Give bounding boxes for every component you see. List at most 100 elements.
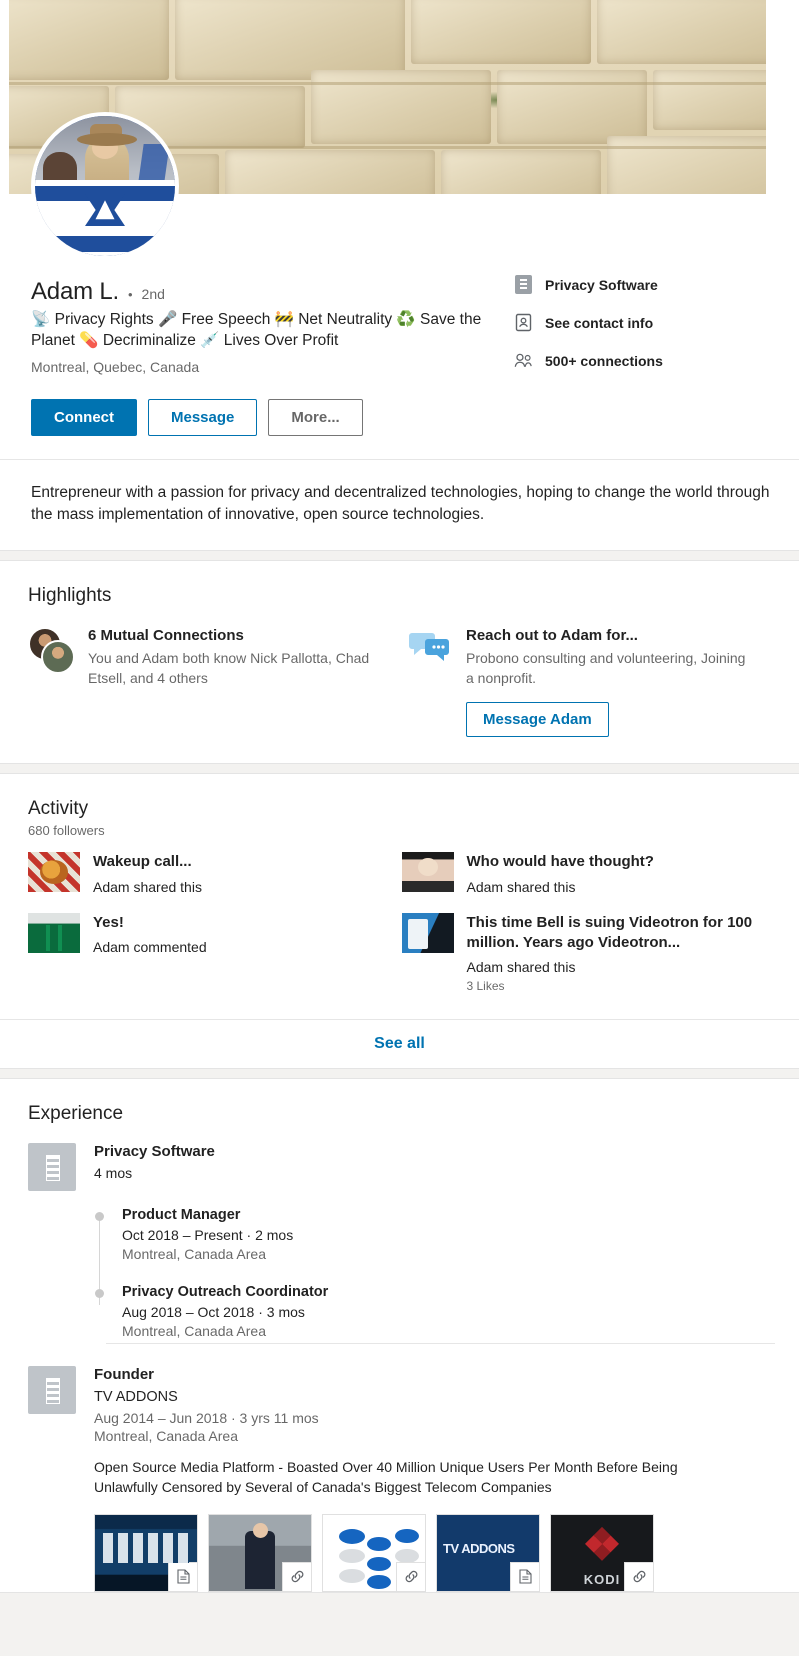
- activity-item[interactable]: Who would have thought? Adam shared this: [401, 852, 776, 895]
- mutual-avatars: [28, 626, 75, 674]
- activity-body: Wakeup call... Adam shared this: [93, 852, 202, 894]
- company-logo-icon: [28, 1366, 76, 1415]
- activity-thumbnail: [401, 852, 454, 893]
- media-tile[interactable]: [208, 1513, 312, 1592]
- role-title: Privacy Outreach Coordinator: [122, 1284, 329, 1301]
- avatar[interactable]: [31, 112, 179, 260]
- activity-body: Yes! Adam commented: [93, 913, 207, 994]
- profile-summary: Entrepreneur with a passion for privacy …: [0, 458, 799, 550]
- avatar-hat-brim: [77, 132, 137, 146]
- reach-out-body: Reach out to Adam for... Probono consult…: [466, 627, 751, 738]
- activity-item-subtitle: Adam shared this: [93, 878, 202, 895]
- experience-company-group[interactable]: Privacy Software 4 mos: [28, 1143, 775, 1192]
- contact-card-icon: [514, 313, 533, 332]
- highlights-title: Highlights: [28, 584, 112, 606]
- connect-button[interactable]: Connect: [31, 398, 137, 436]
- profile-meta-column: Privacy Software See contact info 500+ c…: [514, 275, 759, 389]
- activity-card: Activity 680 followers Wakeup call... Ad…: [0, 773, 799, 1070]
- activity-item-subtitle: Adam shared this: [466, 878, 576, 895]
- document-icon: [510, 1561, 539, 1591]
- media-tile[interactable]: [550, 1513, 654, 1592]
- highlights-grid: 6 Mutual Connections You and Adam both k…: [0, 607, 799, 764]
- avatar-flag-background: [137, 144, 170, 182]
- meta-row-company[interactable]: Privacy Software: [514, 275, 759, 294]
- activity-item-subtitle: Adam commented: [93, 938, 207, 955]
- meta-row-contact-info[interactable]: See contact info: [514, 313, 759, 332]
- timeline-bullet-icon: [95, 1289, 104, 1299]
- reach-out-title: Reach out to Adam for...: [466, 626, 638, 644]
- link-icon: [282, 1561, 311, 1591]
- experience-body: Privacy Software 4 mos Product Manager O…: [0, 1125, 799, 1592]
- entry-company: TV ADDONS: [94, 1389, 178, 1406]
- timeline-bullet-icon: [95, 1212, 104, 1222]
- profile-top-card: Adam L. • 2nd 📡 Privacy Rights 🎤 Free Sp…: [0, 0, 799, 551]
- role-location: Montreal, Canada Area: [122, 1323, 266, 1340]
- summary-text: Entrepreneur with a passion for privacy …: [31, 483, 770, 523]
- mutual-description: You and Adam both know Nick Pallotta, Ch…: [88, 649, 370, 687]
- company-text: Privacy Software 4 mos: [94, 1143, 215, 1191]
- role-dates: Oct 2018 – Present · 2 mos: [122, 1227, 294, 1244]
- message-adam-button[interactable]: Message Adam: [466, 702, 609, 738]
- activity-item[interactable]: Wakeup call... Adam shared this: [28, 852, 402, 895]
- activity-item[interactable]: Yes! Adam commented: [28, 912, 402, 994]
- profile-page: Adam L. • 2nd 📡 Privacy Rights 🎤 Free Sp…: [0, 0, 799, 1593]
- company-icon: [514, 275, 533, 294]
- activity-thumbnail: [28, 912, 80, 953]
- meta-row-connections[interactable]: 500+ connections: [514, 351, 759, 370]
- activity-item-title: This time Bell is suing Videotron for 10…: [466, 913, 753, 951]
- highlight-reach-out: Reach out to Adam for... Probono consult…: [408, 627, 775, 738]
- avatar-thumb: [41, 639, 75, 674]
- meta-label-connections: 500+ connections: [545, 352, 663, 369]
- mutual-body: 6 Mutual Connections You and Adam both k…: [88, 627, 373, 738]
- activity-body: Who would have thought? Adam shared this: [467, 852, 654, 894]
- activity-item-subtitle: Adam shared this: [466, 959, 576, 976]
- connection-degree: 2nd: [141, 286, 165, 302]
- activity-body: This time Bell is suing Videotron for 10…: [467, 913, 760, 994]
- see-all-activity-link[interactable]: See all: [0, 1019, 799, 1068]
- meta-label-contact-info: See contact info: [545, 314, 654, 331]
- experience-divider: [106, 1343, 775, 1345]
- message-button[interactable]: Message: [148, 398, 258, 436]
- page-title: Adam L.: [31, 278, 119, 305]
- media-attachments: [94, 1513, 775, 1592]
- activity-item-title: Yes!: [93, 913, 124, 931]
- flag-stripe-bottom: [35, 236, 175, 252]
- name-separator: •: [127, 287, 133, 302]
- role-item[interactable]: Product Manager Oct 2018 – Present · 2 m…: [95, 1207, 775, 1263]
- entry-dates: Aug 2014 – Jun 2018 · 3 yrs 11 mos: [94, 1410, 319, 1427]
- activity-title: Activity: [28, 798, 89, 820]
- highlight-mutual-connections[interactable]: 6 Mutual Connections You and Adam both k…: [28, 626, 388, 738]
- speech-bubbles-icon: [408, 627, 452, 667]
- experience-entry-founder[interactable]: Founder TV ADDONS Aug 2014 – Jun 2018 · …: [28, 1366, 775, 1592]
- media-tile[interactable]: [436, 1513, 540, 1592]
- media-tile[interactable]: [94, 1513, 198, 1592]
- link-icon: [396, 1561, 425, 1591]
- experience-entry-text: Founder TV ADDONS Aug 2014 – Jun 2018 · …: [94, 1366, 775, 1592]
- role-title: Product Manager: [122, 1207, 241, 1224]
- roles-list: Product Manager Oct 2018 – Present · 2 m…: [94, 1207, 775, 1339]
- more-button[interactable]: More...: [268, 398, 363, 436]
- mutual-title: 6 Mutual Connections: [88, 626, 244, 644]
- entry-description: Open Source Media Platform - Boasted Ove…: [94, 1459, 678, 1495]
- profile-headline: 📡 Privacy Rights 🎤 Free Speech 🚧 Net Neu…: [31, 311, 482, 350]
- activity-followers: 680 followers: [28, 823, 105, 839]
- roles-container: Product Manager Oct 2018 – Present · 2 m…: [28, 1207, 775, 1339]
- profile-actions: Connect Message More...: [31, 398, 775, 436]
- role-item[interactable]: Privacy Outreach Coordinator Aug 2018 – …: [95, 1284, 775, 1340]
- entry-location: Montreal, Canada Area: [94, 1428, 238, 1445]
- highlights-card: Highlights 6 Mutual Connections You and …: [0, 559, 799, 765]
- activity-item-likes: 3 Likes: [466, 979, 505, 994]
- reach-out-description: Probono consulting and volunteering, Joi…: [466, 649, 746, 687]
- experience-card: Experience Privacy Software 4 mos Produc…: [0, 1078, 799, 1593]
- media-tile[interactable]: [322, 1513, 426, 1592]
- activity-item-title: Who would have thought?: [466, 853, 654, 871]
- activity-thumbnail: [401, 912, 454, 953]
- connections-icon: [514, 351, 533, 370]
- link-icon: [624, 1561, 653, 1591]
- company-duration: 4 mos: [94, 1165, 133, 1182]
- company-logo-icon: [28, 1143, 76, 1192]
- role-location: Montreal, Canada Area: [122, 1246, 266, 1263]
- activity-item[interactable]: This time Bell is suing Videotron for 10…: [401, 912, 776, 994]
- document-icon: [168, 1561, 197, 1591]
- meta-label-company: Privacy Software: [545, 276, 658, 293]
